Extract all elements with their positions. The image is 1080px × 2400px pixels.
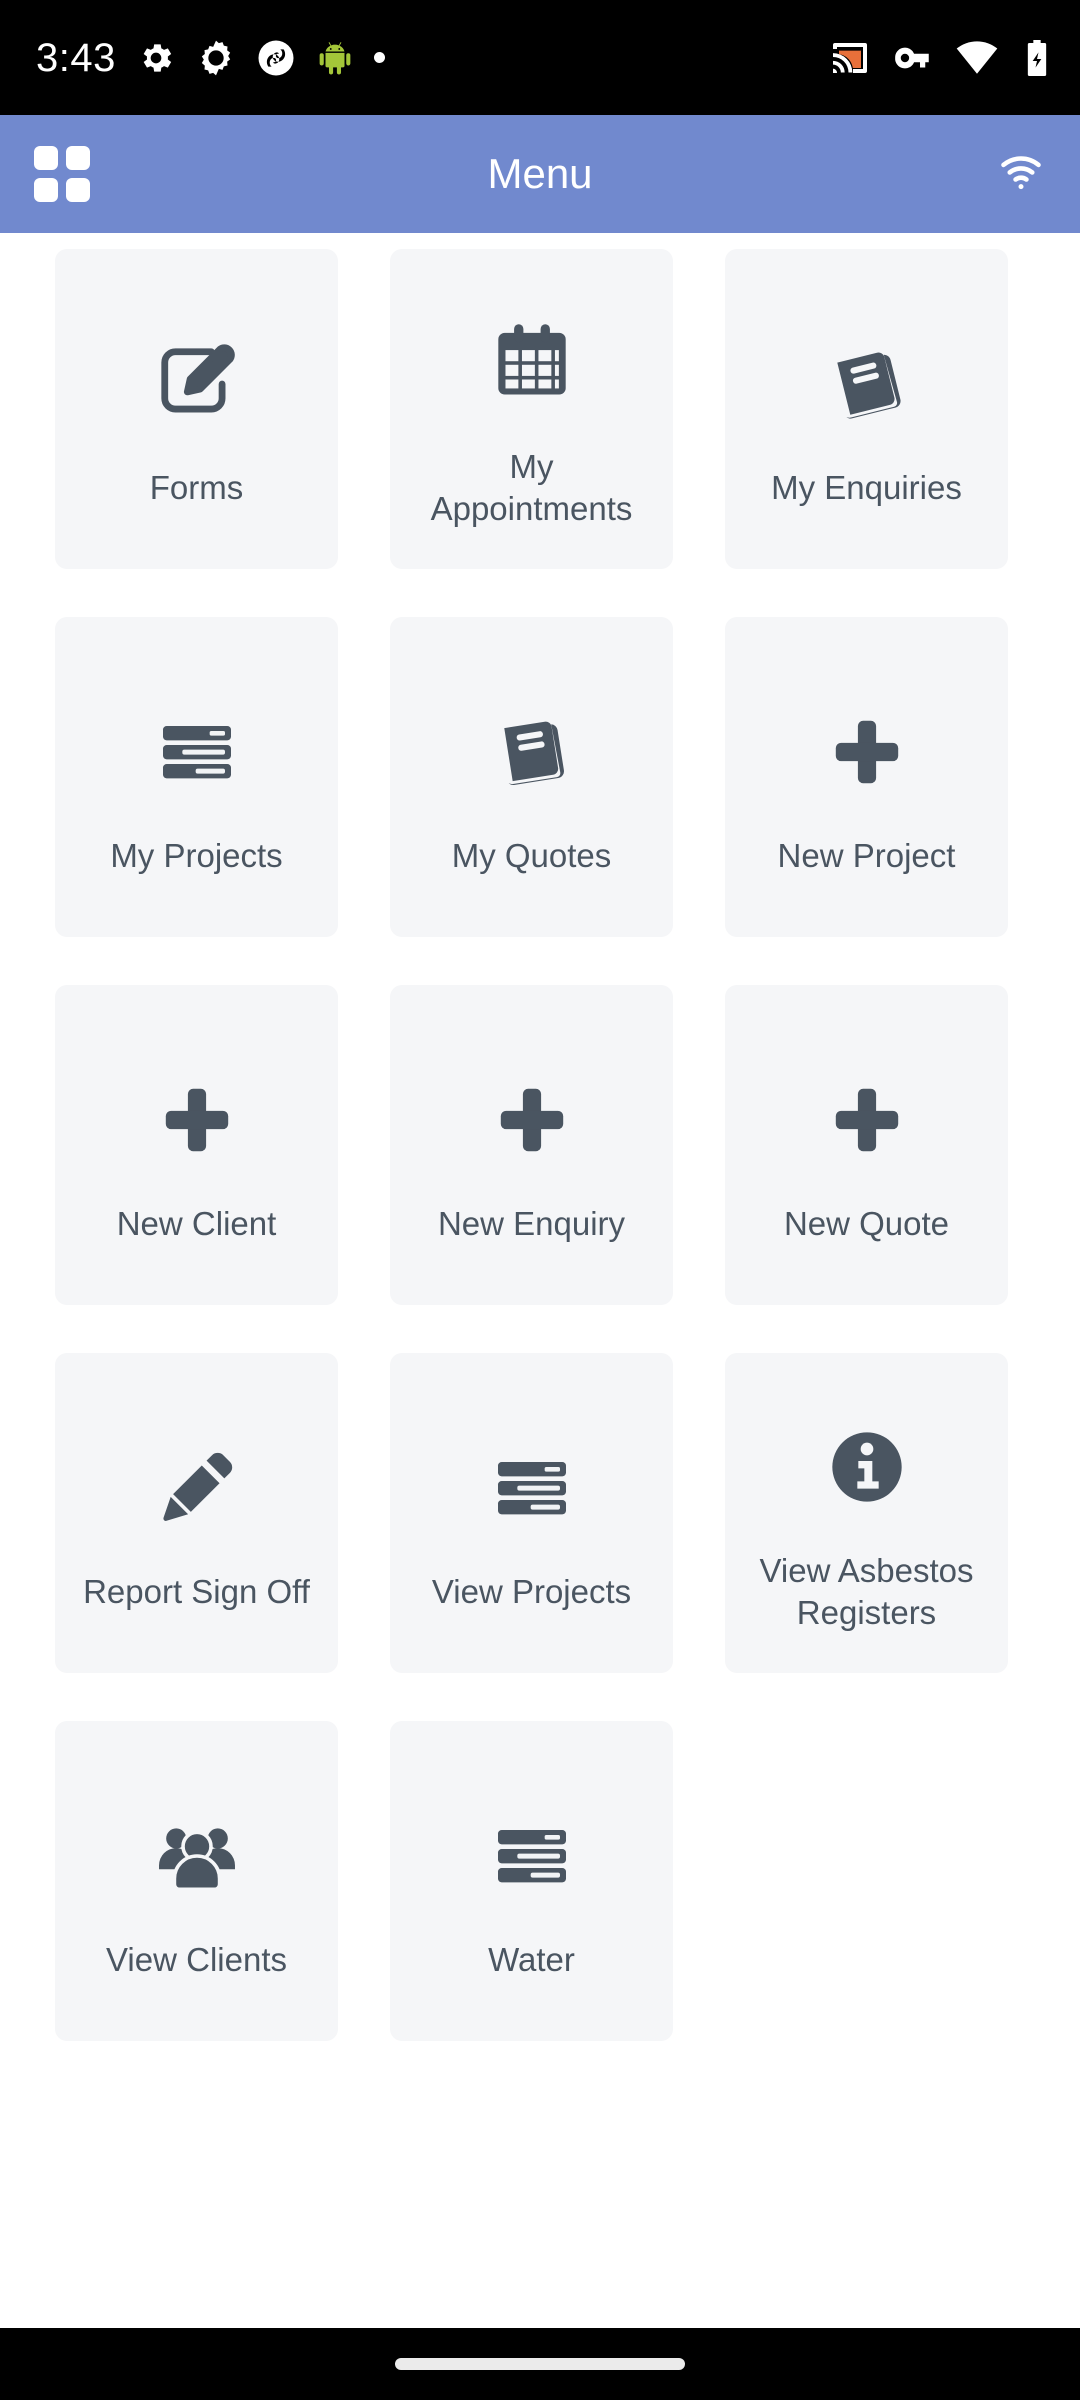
calendar-icon: [489, 288, 575, 438]
status-bar: 3:43: [0, 0, 1080, 115]
plus-icon: [158, 1045, 236, 1195]
plus-icon: [828, 1045, 906, 1195]
menu-tile-forms[interactable]: Forms: [55, 249, 338, 569]
menu-tile-my-quotes[interactable]: My Quotes: [390, 617, 673, 937]
menu-tile-new-quote[interactable]: New Quote: [725, 985, 1008, 1305]
menu-tile-new-project[interactable]: New Project: [725, 617, 1008, 937]
gear-icon: [143, 43, 172, 72]
menu-tile-label: View Projects: [431, 1572, 632, 1610]
menu-tile-label: Forms: [149, 468, 244, 506]
cast-icon: [833, 42, 867, 73]
battery-charging-icon: [1027, 39, 1047, 76]
menu-tile-label: My Projects: [110, 836, 283, 874]
menu-content: Forms My Appointments My Enquiries My Pr…: [0, 233, 1080, 2185]
plus-icon: [493, 1045, 571, 1195]
menu-tile-view-projects[interactable]: View Projects: [390, 1353, 673, 1673]
status-bar-right: [830, 37, 1054, 79]
edit-square-pencil-icon: [154, 309, 240, 459]
menu-tile-my-enquiries[interactable]: My Enquiries: [725, 249, 1008, 569]
grid-cell: [66, 178, 90, 202]
book-icon: [489, 677, 575, 827]
grid-cell: [34, 146, 58, 170]
menu-tile-my-appointments[interactable]: My Appointments: [390, 249, 673, 569]
grid-menu-icon[interactable]: [34, 146, 90, 202]
status-bar-left: 3:43: [36, 38, 385, 78]
vpn-key-icon: [895, 47, 929, 68]
shutter-icon: [258, 40, 294, 75]
stacked-bars-icon: [157, 677, 237, 827]
menu-tile-view-asbestos-registers[interactable]: View Asbestos Registers: [725, 1353, 1008, 1673]
menu-tile-grid: Forms My Appointments My Enquiries My Pr…: [55, 249, 1025, 2041]
info-circle-icon: [827, 1392, 907, 1542]
menu-tile-label: View Clients: [106, 1940, 287, 1978]
pencil-icon: [156, 1413, 238, 1563]
menu-tile-new-client[interactable]: New Client: [55, 985, 338, 1305]
android-robot-icon: [319, 41, 351, 74]
menu-tile-my-projects[interactable]: My Projects: [55, 617, 338, 937]
people-group-icon: [154, 1781, 240, 1931]
dot-icon: [373, 52, 385, 63]
page-title: Menu: [487, 150, 593, 197]
stacked-bars-icon: [492, 1413, 572, 1563]
home-gesture-pill[interactable]: [395, 2358, 685, 2370]
menu-tile-new-enquiry[interactable]: New Enquiry: [390, 985, 673, 1305]
menu-tile-label: Water: [488, 1940, 575, 1978]
app-bar: Menu: [0, 115, 1080, 233]
grid-cell: [34, 178, 58, 202]
book-icon: [824, 309, 910, 459]
stacked-bars-icon: [492, 1781, 572, 1931]
menu-tile-label: View Asbestos Registers: [759, 1551, 974, 1631]
content-spacer: [0, 2184, 1080, 2328]
status-bar-clock: 3:43: [36, 35, 116, 80]
plus-icon: [828, 677, 906, 827]
menu-tile-report-sign-off[interactable]: Report Sign Off: [55, 1353, 338, 1673]
app-bar-right[interactable]: [996, 147, 1046, 202]
menu-tile-water[interactable]: Water: [390, 1721, 673, 2041]
grid-cell: [66, 146, 90, 170]
menu-tile-label: My Quotes: [451, 836, 612, 874]
wifi-icon: [956, 40, 998, 74]
gear-cog-icon: [201, 40, 231, 75]
menu-tile-view-clients[interactable]: View Clients: [55, 1721, 338, 2041]
menu-tile-label: New Client: [116, 1204, 277, 1242]
menu-tile-label: My Enquiries: [771, 468, 962, 506]
menu-tile-label: My Appointments: [430, 447, 633, 527]
menu-tile-label: New Enquiry: [437, 1204, 626, 1242]
menu-tile-label: New Quote: [783, 1204, 950, 1242]
menu-tile-label: New Project: [777, 836, 956, 874]
menu-tile-label: Report Sign Off: [83, 1572, 310, 1610]
system-nav-bar: [0, 2328, 1080, 2400]
wifi-icon[interactable]: [996, 147, 1046, 197]
